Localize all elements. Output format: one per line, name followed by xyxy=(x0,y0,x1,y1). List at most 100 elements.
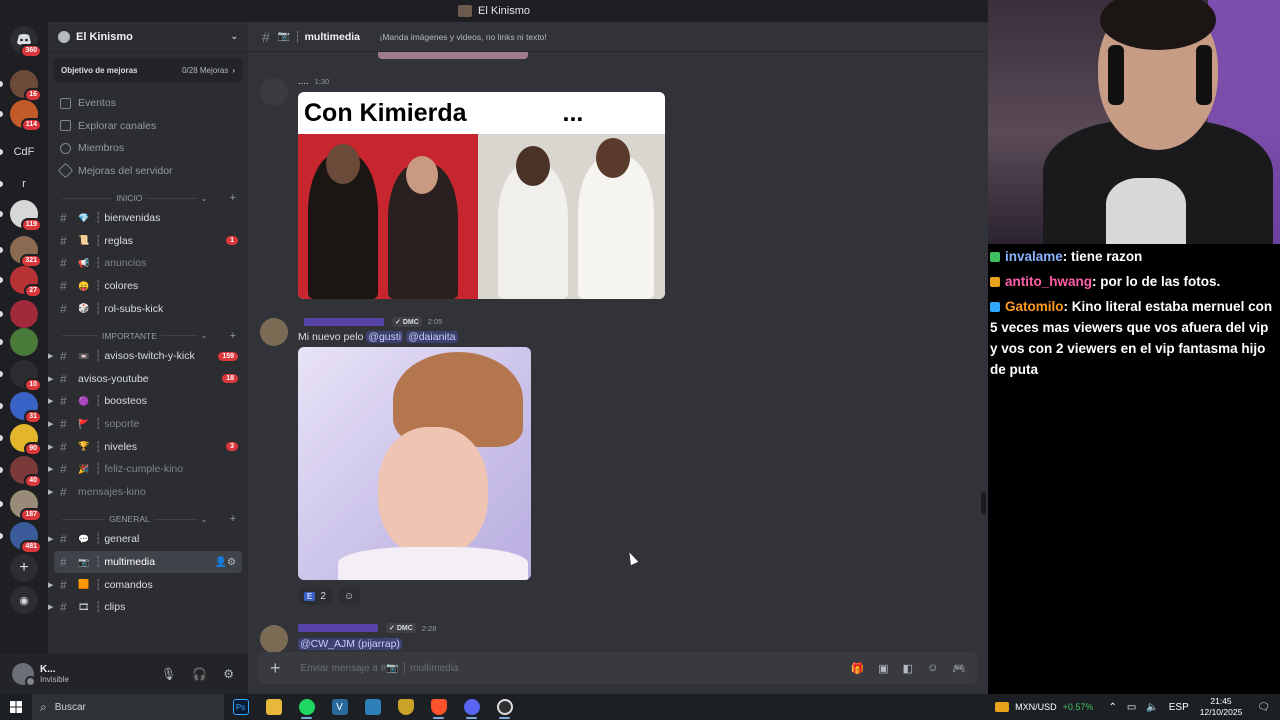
server-header[interactable]: El Kinismo ⌄ xyxy=(48,22,248,52)
server-icon[interactable] xyxy=(10,300,38,328)
server-icon[interactable] xyxy=(10,328,38,356)
discord-home-icon[interactable]: 360 xyxy=(10,26,42,58)
chevron-up-icon[interactable]: ⌃ xyxy=(1108,702,1116,713)
category-inicio[interactable]: INICIO ⌄ + xyxy=(48,191,248,205)
category-general[interactable]: GENERAL ⌄ + xyxy=(48,512,248,526)
expand-arrow-icon[interactable]: ▶ xyxy=(48,375,53,383)
mention[interactable]: @CW_AJM (pijarrap) xyxy=(298,638,402,650)
meme-image[interactable]: Con Kimierda... xyxy=(298,92,665,299)
app-shield-icon[interactable] xyxy=(389,694,422,720)
network-icon[interactable]: ▭ xyxy=(1127,702,1136,713)
haircut-photo[interactable] xyxy=(298,347,531,580)
currency-widget[interactable]: MXN/USD +0.57% xyxy=(995,702,1093,712)
expand-arrow-icon[interactable]: ▶ xyxy=(48,397,53,405)
mention[interactable]: @gusti xyxy=(366,331,404,343)
expand-arrow-icon[interactable]: ▶ xyxy=(48,581,53,589)
add-channel-icon[interactable]: + xyxy=(230,330,236,342)
avatar[interactable] xyxy=(12,663,36,687)
channel-bienvenidas[interactable]: # 💎 ┆ bienvenidas xyxy=(48,207,248,230)
windows-start-icon[interactable] xyxy=(0,694,32,720)
installer-icon[interactable] xyxy=(356,694,389,720)
channel-anuncios[interactable]: # 📢 ┆ anuncios xyxy=(48,252,248,275)
channel-avisos-twitch-y-kick[interactable]: ▶ # 📼 ┆ avisos-twitch-y-kick 159 xyxy=(48,345,248,368)
channel-feliz-cumple-kino[interactable]: ▶ # 🎉 ┆ feliz-cumple-kino xyxy=(48,458,248,481)
author-name[interactable]: .... xyxy=(298,76,309,87)
mention[interactable]: @daianita xyxy=(406,331,458,343)
channel-comandos[interactable]: ▶ # 🟧 ┆ comandos xyxy=(48,573,248,596)
channel-clips[interactable]: ▶ # 🎞 ┆ clips xyxy=(48,596,248,619)
composer-placeholder[interactable]: Enviar mensaje a #📷 ┆ multimedia xyxy=(301,663,459,674)
spotify-icon[interactable] xyxy=(290,694,323,720)
server-icon[interactable]: 481 xyxy=(10,522,42,554)
sticker-icon[interactable]: ◧ xyxy=(903,662,913,675)
channel-multimedia[interactable]: # 📷 ┆ multimedia 👤⚙ xyxy=(54,550,242,574)
expand-arrow-icon[interactable]: ▶ xyxy=(48,603,53,611)
headphones-icon[interactable]: 🎧 xyxy=(192,667,207,681)
channel-mensajes-kino[interactable]: ▶ # mensajes-kino xyxy=(48,481,248,504)
channel-colores[interactable]: # 😛 ┆ colores xyxy=(48,275,248,298)
channel-soporte[interactable]: ▶ # 🚩 ┆ soporte xyxy=(48,413,248,436)
server-icon[interactable]: 187 xyxy=(10,490,42,522)
channel-avisos-youtube[interactable]: ▶ # avisos-youtube 18 xyxy=(48,368,248,391)
channel-niveles[interactable]: ▶ # 🏆 ┆ niveles 3 xyxy=(48,435,248,458)
channel-general[interactable]: ▶ # 💬 ┆ general xyxy=(48,528,248,551)
channel-settings-icon[interactable]: 👤⚙ xyxy=(215,557,236,568)
add-channel-icon[interactable]: + xyxy=(230,513,236,525)
server-icon[interactable]: 16 xyxy=(10,70,42,102)
server-icon[interactable]: CdF xyxy=(10,138,38,166)
nav-events[interactable]: Eventos xyxy=(48,92,248,115)
server-icon[interactable]: 10 xyxy=(10,360,42,392)
channel-rol-subs-kick[interactable]: # 🎲 ┆ rol-subs-kick xyxy=(48,297,248,320)
vegas-icon[interactable]: V xyxy=(323,694,356,720)
server-icon[interactable]: r xyxy=(10,170,38,198)
expand-arrow-icon[interactable]: ▶ xyxy=(48,535,53,543)
message-composer[interactable]: + Enviar mensaje a #📷 ┆ multimedia 🎁 ▣ ◧… xyxy=(258,652,978,684)
brave-browser-icon[interactable] xyxy=(422,694,455,720)
channel-boosteos[interactable]: ▶ # 🟣 ┆ boosteos xyxy=(48,390,248,413)
add-channel-icon[interactable]: + xyxy=(230,192,236,204)
photoshop-icon[interactable]: Ps xyxy=(224,694,257,720)
apps-icon[interactable]: 🎮 xyxy=(952,662,966,675)
expand-arrow-icon[interactable]: ▶ xyxy=(48,488,53,496)
reaction-e[interactable]: E2 xyxy=(298,587,332,605)
server-icon[interactable]: 119 xyxy=(10,200,42,232)
notifications-icon[interactable]: 🗨 xyxy=(1257,702,1270,713)
server-icon[interactable]: 114 xyxy=(10,100,42,132)
server-icon[interactable]: 40 xyxy=(10,456,42,488)
expand-arrow-icon[interactable]: ▶ xyxy=(48,443,53,451)
avatar[interactable] xyxy=(260,78,288,106)
clock[interactable]: 21:45 12/10/2025 xyxy=(1200,696,1243,718)
microphone-icon[interactable]: 🎙 xyxy=(161,667,176,681)
channel-reglas[interactable]: # 📜 ┆ reglas 1 xyxy=(48,230,248,253)
server-icon[interactable]: 27 xyxy=(10,266,42,298)
file-explorer-icon[interactable] xyxy=(257,694,290,720)
expand-arrow-icon[interactable]: ▶ xyxy=(48,465,53,473)
plus-icon[interactable]: + xyxy=(270,658,281,679)
add-reaction-icon[interactable]: ☺ xyxy=(337,587,361,605)
volume-icon[interactable]: 🔈 xyxy=(1146,702,1158,713)
language-indicator[interactable]: ESP xyxy=(1169,702,1189,713)
taskbar-search[interactable]: ⌕ Buscar xyxy=(32,694,224,720)
boost-goal-bar[interactable]: Objetivo de mejoras 0/28 Mejoras › xyxy=(54,58,242,82)
avatar[interactable] xyxy=(260,318,288,346)
category-importante[interactable]: IMPORTANTE ⌄ + xyxy=(48,329,248,343)
chevron-down-icon[interactable]: ⌄ xyxy=(230,31,238,42)
compass-icon[interactable]: ◉ xyxy=(10,586,38,614)
server-icon[interactable]: 321 xyxy=(10,236,42,268)
discord-icon[interactable] xyxy=(455,694,488,720)
gif-icon[interactable]: ▣ xyxy=(878,662,888,675)
gift-icon[interactable]: 🎁 xyxy=(851,662,865,675)
emoji-icon[interactable]: ☺ xyxy=(927,662,938,675)
expand-arrow-icon[interactable]: ▶ xyxy=(48,420,53,428)
nav-server-boost[interactable]: Mejoras del servidor xyxy=(48,160,248,183)
obs-icon[interactable] xyxy=(488,694,521,720)
nav-members[interactable]: Miembros xyxy=(48,137,248,160)
scrollbar[interactable] xyxy=(981,492,986,514)
gear-icon[interactable]: ⚙ xyxy=(223,667,234,681)
server-icon[interactable]: 90 xyxy=(10,424,42,456)
nav-browse-channels[interactable]: Explorar canales xyxy=(48,115,248,138)
avatar[interactable] xyxy=(260,625,288,653)
server-icon[interactable]: 31 xyxy=(10,392,42,424)
expand-arrow-icon[interactable]: ▶ xyxy=(48,352,53,360)
plus-icon[interactable]: + xyxy=(10,554,38,582)
